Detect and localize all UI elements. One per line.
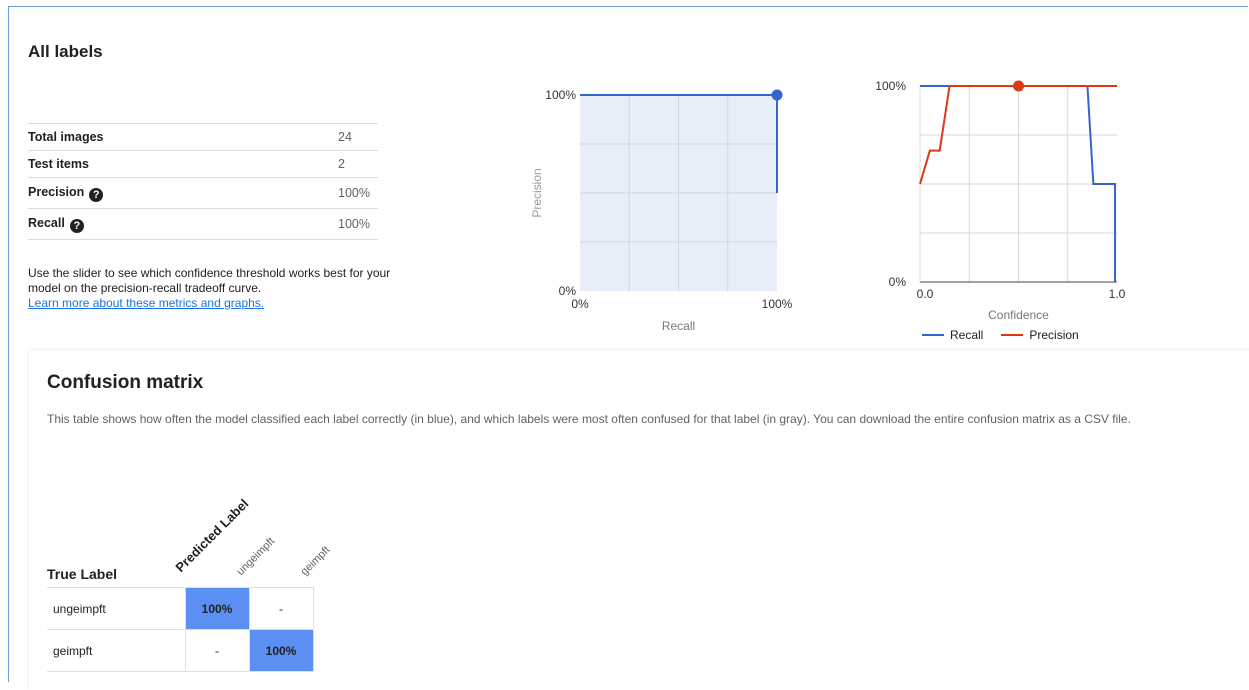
description-line: Use the slider to see which confidence t…: [28, 266, 391, 280]
x-tick-label: 0%: [571, 297, 589, 311]
metric-value: 100%: [338, 208, 378, 240]
true-label-header: True Label: [47, 566, 118, 582]
metric-value: 100%: [338, 177, 378, 209]
x-axis-label: Confidence: [988, 308, 1049, 322]
y-axis-label: Precision: [530, 168, 544, 217]
confidence-chart: 100% 0% 0.0 1.0 Confidence: [875, 79, 1126, 322]
y-tick-label: 100%: [545, 88, 576, 102]
legend-label: Recall: [950, 328, 984, 342]
metric-label: Recall: [28, 215, 65, 230]
metric-row-test-items: Test items 2: [28, 150, 378, 178]
slider-description: Use the slider to see which confidence t…: [28, 266, 448, 311]
metric-label: Precision: [28, 184, 85, 199]
y-tick-label: 0%: [559, 284, 577, 298]
x-tick-label: 100%: [762, 297, 793, 311]
precision-recall-chart: 100% 0%0% 100% Recall Precision: [530, 88, 793, 333]
matrix-cell[interactable]: -: [184, 629, 250, 672]
legend-item-precision: Precision: [1001, 328, 1079, 342]
table-row: ungeimpft 100% -: [47, 587, 314, 630]
table-row: geimpft - 100%: [47, 629, 314, 672]
legend-item-recall: Recall: [922, 328, 983, 342]
threshold-marker: [771, 89, 783, 101]
matrix-cell[interactable]: -: [248, 587, 314, 630]
metric-label: Total images: [28, 123, 338, 151]
precision-swatch: [1001, 334, 1024, 336]
confusion-matrix-table: ungeimpft 100% - geimpft - 100%: [47, 587, 314, 672]
description-line: model on the precision-recall tradeoff c…: [28, 281, 262, 295]
help-icon[interactable]: ?: [89, 187, 104, 202]
x-tick-label: 1.0: [1109, 287, 1126, 301]
confusion-matrix-title: Confusion matrix: [47, 372, 204, 393]
learn-more-link[interactable]: Learn more about these metrics and graph…: [28, 296, 448, 311]
x-axis-label: Recall: [662, 319, 695, 333]
matrix-cell[interactable]: 100%: [184, 587, 250, 630]
metrics-table: Total images 24 Test items 2 Precision? …: [28, 123, 378, 240]
metric-row-total-images: Total images 24: [28, 123, 378, 151]
threshold-marker: [1013, 80, 1024, 92]
section-title: All labels: [28, 42, 103, 61]
y-tick-label: 100%: [875, 79, 906, 93]
legend-label: Precision: [1029, 328, 1079, 342]
confusion-matrix-description: This table shows how often the model cla…: [47, 412, 1131, 426]
x-tick-label: 0.0: [917, 287, 934, 301]
matrix-cell[interactable]: 100%: [248, 629, 314, 672]
metric-row-recall: Recall? 100%: [28, 208, 378, 240]
metric-label: Test items: [28, 150, 338, 178]
confidence-legend: Recall Precision: [922, 328, 1079, 342]
metric-value: 24: [338, 123, 378, 151]
help-icon[interactable]: ?: [69, 218, 84, 233]
row-label: ungeimpft: [47, 587, 185, 630]
recall-swatch: [922, 334, 944, 336]
row-label: geimpft: [47, 629, 185, 672]
metric-row-precision: Precision? 100%: [28, 177, 378, 209]
metric-value: 2: [338, 150, 378, 178]
y-tick-label: 0%: [889, 275, 907, 289]
